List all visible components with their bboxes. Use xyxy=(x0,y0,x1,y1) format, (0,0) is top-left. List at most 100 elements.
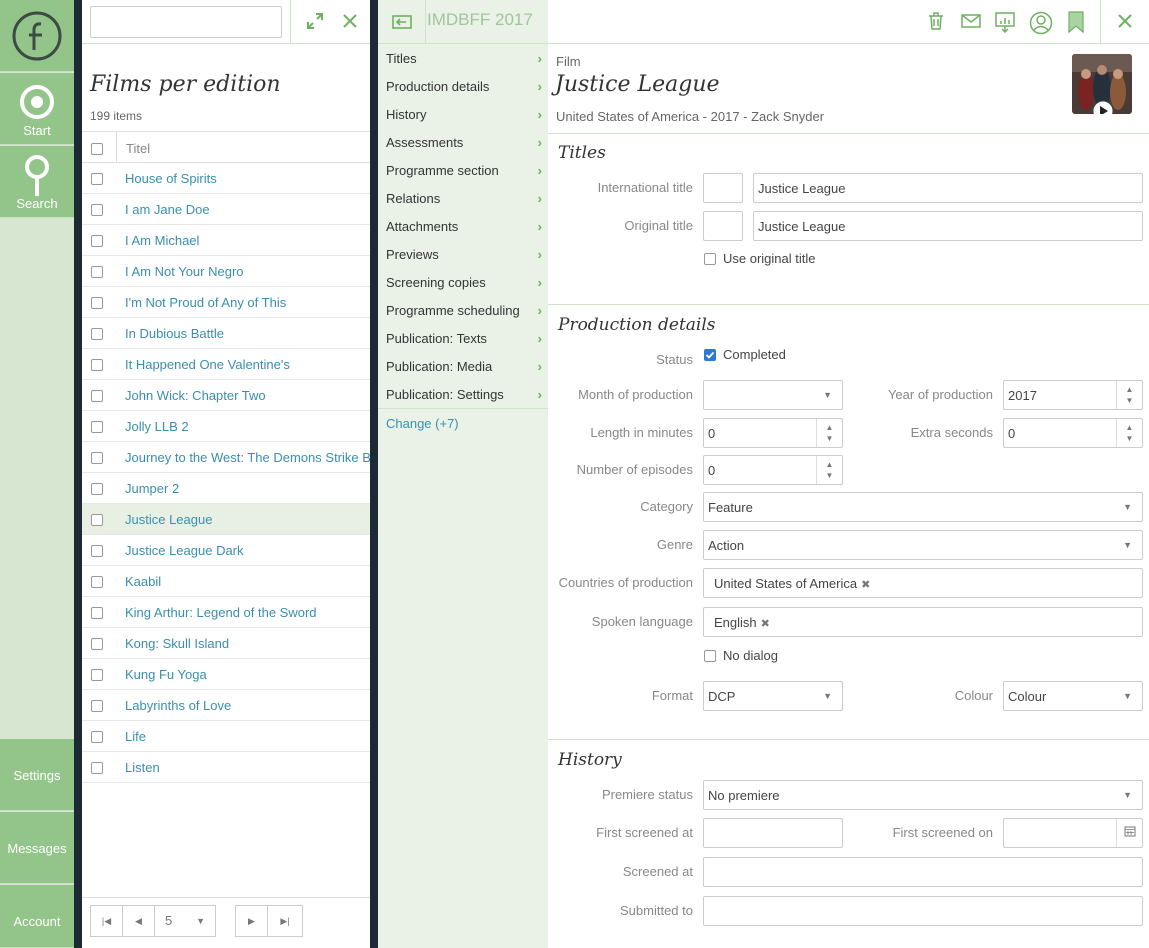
row-checkbox[interactable] xyxy=(91,421,103,433)
month-select[interactable]: ▼ xyxy=(703,380,843,410)
list-search-input[interactable] xyxy=(90,6,282,38)
original-title-input[interactable]: Justice League xyxy=(753,211,1143,241)
row-checkbox[interactable] xyxy=(91,452,103,464)
row-checkbox[interactable] xyxy=(91,390,103,402)
rail-account[interactable]: Account xyxy=(0,885,74,948)
list-item-title[interactable]: Justice League xyxy=(125,512,370,527)
next-page-button[interactable]: ▶ xyxy=(235,905,268,937)
list-item[interactable]: I'm Not Proud of Any of This xyxy=(82,287,370,318)
category-select[interactable]: Feature ▼ xyxy=(703,492,1143,522)
row-checkbox[interactable] xyxy=(91,607,103,619)
status-checkbox[interactable] xyxy=(704,349,716,361)
poster-thumbnail[interactable] xyxy=(1072,54,1132,114)
column-header-title[interactable]: Titel xyxy=(126,141,150,156)
list-item-title[interactable]: Jumper 2 xyxy=(125,481,370,496)
list-item-title[interactable]: John Wick: Chapter Two xyxy=(125,388,370,403)
first-screened-on-input[interactable] xyxy=(1003,818,1143,848)
length-stepper[interactable]: ▲ ▼ xyxy=(816,419,842,447)
extra-seconds-stepper[interactable]: ▲ ▼ xyxy=(1116,419,1142,447)
row-checkbox[interactable] xyxy=(91,514,103,526)
list-item-title[interactable]: Labyrinths of Love xyxy=(125,698,370,713)
year-stepper[interactable]: ▲ ▼ xyxy=(1116,381,1142,409)
international-title-input[interactable]: Justice League xyxy=(753,173,1143,203)
close-detail-icon[interactable] xyxy=(1116,12,1134,30)
menu-item[interactable]: History › xyxy=(386,107,542,122)
menu-item[interactable]: Assessments › xyxy=(386,135,542,150)
list-item[interactable]: Kong: Skull Island xyxy=(82,628,370,659)
menu-item[interactable]: Production details › xyxy=(386,79,542,94)
list-item-title[interactable]: I Am Not Your Negro xyxy=(125,264,370,279)
row-checkbox[interactable] xyxy=(91,328,103,340)
remove-tag-icon[interactable]: ✖ xyxy=(761,618,770,630)
list-item[interactable]: I Am Michael xyxy=(82,225,370,256)
play-icon[interactable] xyxy=(1092,100,1114,114)
bookmark-icon[interactable] xyxy=(1067,11,1085,33)
list-item[interactable]: Kung Fu Yoga xyxy=(82,659,370,690)
row-checkbox[interactable] xyxy=(91,700,103,712)
menu-item[interactable]: Publication: Settings › xyxy=(386,387,542,402)
episodes-input[interactable]: 0 ▲ ▼ xyxy=(703,455,843,485)
row-checkbox[interactable] xyxy=(91,235,103,247)
expand-icon[interactable] xyxy=(306,12,324,33)
calendar-icon[interactable] xyxy=(1116,819,1142,847)
app-logo[interactable] xyxy=(0,0,74,72)
list-item[interactable]: I am Jane Doe xyxy=(82,194,370,225)
list-item-title[interactable]: Kaabil xyxy=(125,574,370,589)
select-all-checkbox[interactable] xyxy=(91,143,103,155)
premiere-select[interactable]: No premiere ▼ xyxy=(703,780,1143,810)
list-item[interactable]: I Am Not Your Negro xyxy=(82,256,370,287)
list-item[interactable]: John Wick: Chapter Two xyxy=(82,380,370,411)
first-page-button[interactable]: |◀ xyxy=(90,905,123,937)
remove-tag-icon[interactable]: ✖ xyxy=(861,579,870,591)
list-item-title[interactable]: House of Spirits xyxy=(125,171,370,186)
list-item-title[interactable]: Life xyxy=(125,729,370,744)
row-checkbox[interactable] xyxy=(91,762,103,774)
menu-item[interactable]: Publication: Texts › xyxy=(386,331,542,346)
list-item-title[interactable]: In Dubious Battle xyxy=(125,326,370,341)
list-item[interactable]: Jolly LLB 2 xyxy=(82,411,370,442)
row-checkbox[interactable] xyxy=(91,266,103,278)
menu-item[interactable]: Relations › xyxy=(386,191,542,206)
row-checkbox[interactable] xyxy=(91,297,103,309)
screened-at-input[interactable] xyxy=(703,857,1143,887)
row-checkbox[interactable] xyxy=(91,638,103,650)
list-item[interactable]: It Happened One Valentine's xyxy=(82,349,370,380)
change-link[interactable]: Change (+7) xyxy=(386,416,459,431)
list-item[interactable]: In Dubious Battle xyxy=(82,318,370,349)
mail-icon[interactable] xyxy=(960,11,982,31)
list-item-title[interactable]: I am Jane Doe xyxy=(125,202,370,217)
list-item[interactable]: Kaabil xyxy=(82,566,370,597)
export-icon[interactable] xyxy=(994,11,1016,33)
list-item-title[interactable]: Kong: Skull Island xyxy=(125,636,370,651)
user-icon[interactable] xyxy=(1029,11,1053,35)
list-item-title[interactable]: Kung Fu Yoga xyxy=(125,667,370,682)
menu-item[interactable]: Screening copies › xyxy=(386,275,542,290)
back-button[interactable] xyxy=(378,0,426,43)
submitted-to-input[interactable] xyxy=(703,896,1143,926)
list-item-title[interactable]: I Am Michael xyxy=(125,233,370,248)
menu-item[interactable]: Attachments › xyxy=(386,219,542,234)
no-dialog-checkbox[interactable] xyxy=(704,650,716,662)
list-item-title[interactable]: Jolly LLB 2 xyxy=(125,419,370,434)
row-checkbox[interactable] xyxy=(91,545,103,557)
rail-start[interactable]: Start xyxy=(0,73,74,145)
year-input[interactable]: 2017 ▲ ▼ xyxy=(1003,380,1143,410)
first-screened-at-input[interactable] xyxy=(703,818,843,848)
row-checkbox[interactable] xyxy=(91,731,103,743)
prev-page-button[interactable]: ◀ xyxy=(122,905,155,937)
episodes-stepper[interactable]: ▲ ▼ xyxy=(816,456,842,484)
row-checkbox[interactable] xyxy=(91,173,103,185)
list-item[interactable]: King Arthur: Legend of the Sword xyxy=(82,597,370,628)
genre-select[interactable]: Action ▼ xyxy=(703,530,1143,560)
list-item[interactable]: Jumper 2 xyxy=(82,473,370,504)
international-title-prefix[interactable] xyxy=(703,173,743,203)
rail-search[interactable]: Search xyxy=(0,146,74,218)
language-input[interactable]: English ✖ xyxy=(703,607,1143,637)
list-item-title[interactable]: King Arthur: Legend of the Sword xyxy=(125,605,370,620)
list-item[interactable]: Journey to the West: The Demons Strike B… xyxy=(82,442,370,473)
length-input[interactable]: 0 ▲ ▼ xyxy=(703,418,843,448)
format-select[interactable]: DCP ▼ xyxy=(703,681,843,711)
last-page-button[interactable]: ▶| xyxy=(267,905,303,937)
menu-item[interactable]: Titles › xyxy=(386,51,542,66)
rail-messages[interactable]: Messages xyxy=(0,812,74,884)
